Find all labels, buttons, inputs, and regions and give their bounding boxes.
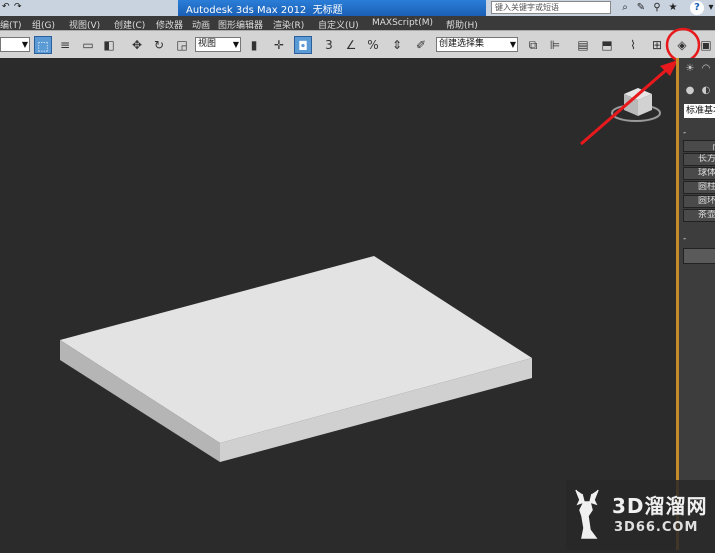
- torus-button[interactable]: 圆环: [683, 195, 715, 208]
- object-type-rollout-header[interactable]: -: [683, 128, 715, 138]
- pivot-center-icon[interactable]: ▮: [245, 36, 263, 54]
- menu-maxscript[interactable]: MAXScript(M): [372, 18, 433, 28]
- graphite-tools-icon[interactable]: ⬒: [598, 36, 616, 54]
- watermark-main-text: 3D溜溜网: [612, 494, 708, 518]
- selection-filter-dropdown[interactable]: ▼: [0, 37, 30, 52]
- autogrid-checkbox[interactable]: ┌: [683, 140, 715, 152]
- keyboard-shortcut-icon[interactable]: ◘: [294, 36, 312, 54]
- teapot-button[interactable]: 茶壶: [683, 209, 715, 222]
- binoculars-icon[interactable]: ⌕: [618, 1, 632, 15]
- select-by-name-icon[interactable]: ≡: [56, 36, 74, 54]
- rect-selection-icon[interactable]: ▭: [79, 36, 97, 54]
- snaps-toggle-icon[interactable]: 3: [320, 36, 338, 54]
- sphere-button[interactable]: 球体: [683, 167, 715, 180]
- watermark-sub-text: 3D66.COM: [614, 520, 699, 535]
- viewport-canvas: [60, 60, 678, 462]
- cylinder-button[interactable]: 圆柱: [683, 181, 715, 194]
- rotate-icon[interactable]: ↻: [150, 36, 168, 54]
- redo-icon[interactable]: ↷: [14, 2, 22, 12]
- help-icon[interactable]: ?: [690, 1, 704, 15]
- name-color-rollout-header[interactable]: -: [683, 234, 715, 244]
- name-field[interactable]: [683, 248, 715, 264]
- layer-manager-icon[interactable]: ▤: [574, 36, 592, 54]
- deer-logo-icon: [575, 489, 599, 539]
- command-panel: ☀ ◠ ● ◐ 标准基本体 - ┌ 长方 球体 圆柱 圆环 茶壶 -: [679, 58, 715, 550]
- app-title: Autodesk 3ds Max 2012 无标题: [186, 5, 343, 16]
- tools-icon[interactable]: ✎: [634, 1, 648, 15]
- angle-snap-icon[interactable]: ∠: [342, 36, 360, 54]
- move-icon[interactable]: ✥: [128, 36, 146, 54]
- align-icon[interactable]: ⊫: [546, 36, 564, 54]
- select-object-icon[interactable]: ⬚: [34, 36, 52, 54]
- box-object[interactable]: [60, 256, 532, 462]
- modify-tab-icon[interactable]: ◠: [699, 62, 713, 76]
- geometry-icon[interactable]: ●: [683, 84, 697, 98]
- reference-coord-dropdown[interactable]: 视图 ▼: [195, 37, 241, 52]
- search-icon[interactable]: ⚲: [650, 1, 664, 15]
- chevron-down-icon[interactable]: ▾: [704, 1, 715, 15]
- main-toolbar: ▼ ⬚ ≡ ▭ ◧ ✥ ↻ ◲ 视图 ▼ ▮ ✛ ◘ 3 ∠ % ⇕ ✐ 创建选择…: [0, 30, 715, 60]
- window-crossing-icon[interactable]: ◧: [100, 36, 118, 54]
- shapes-icon[interactable]: ◐: [699, 84, 713, 98]
- scale-icon[interactable]: ◲: [173, 36, 191, 54]
- annotation-arrow: [580, 60, 678, 146]
- title-menu-bar: ↶ ↷ Autodesk 3ds Max 2012 无标题 键入关键字或短语 ⌕…: [0, 0, 715, 16]
- named-selection-dropdown[interactable]: 创建选择集 ▼: [436, 37, 518, 52]
- edit-named-selection-icon[interactable]: ✐: [412, 36, 430, 54]
- undo-icon[interactable]: ↶: [2, 2, 10, 12]
- curve-editor-icon[interactable]: ⌇: [624, 36, 642, 54]
- menu-strip: 编(T) 组(G) 视图(V) 创建(C) 修改器 动画 图形编辑器 渲染(R)…: [0, 16, 715, 31]
- perspective-viewport[interactable]: [0, 58, 678, 550]
- spinner-snap-icon[interactable]: ⇕: [388, 36, 406, 54]
- select-manipulate-icon[interactable]: ✛: [270, 36, 288, 54]
- create-tab-icon[interactable]: ☀: [683, 62, 697, 76]
- star-icon[interactable]: ★: [666, 1, 680, 15]
- percent-snap-icon[interactable]: %: [364, 36, 382, 54]
- search-input[interactable]: 键入关键字或短语: [491, 1, 611, 14]
- category-dropdown[interactable]: 标准基本体: [684, 104, 715, 118]
- mirror-icon[interactable]: ⧉: [524, 36, 542, 54]
- viewcube-icon[interactable]: [611, 88, 661, 122]
- box-button[interactable]: 长方: [683, 153, 715, 166]
